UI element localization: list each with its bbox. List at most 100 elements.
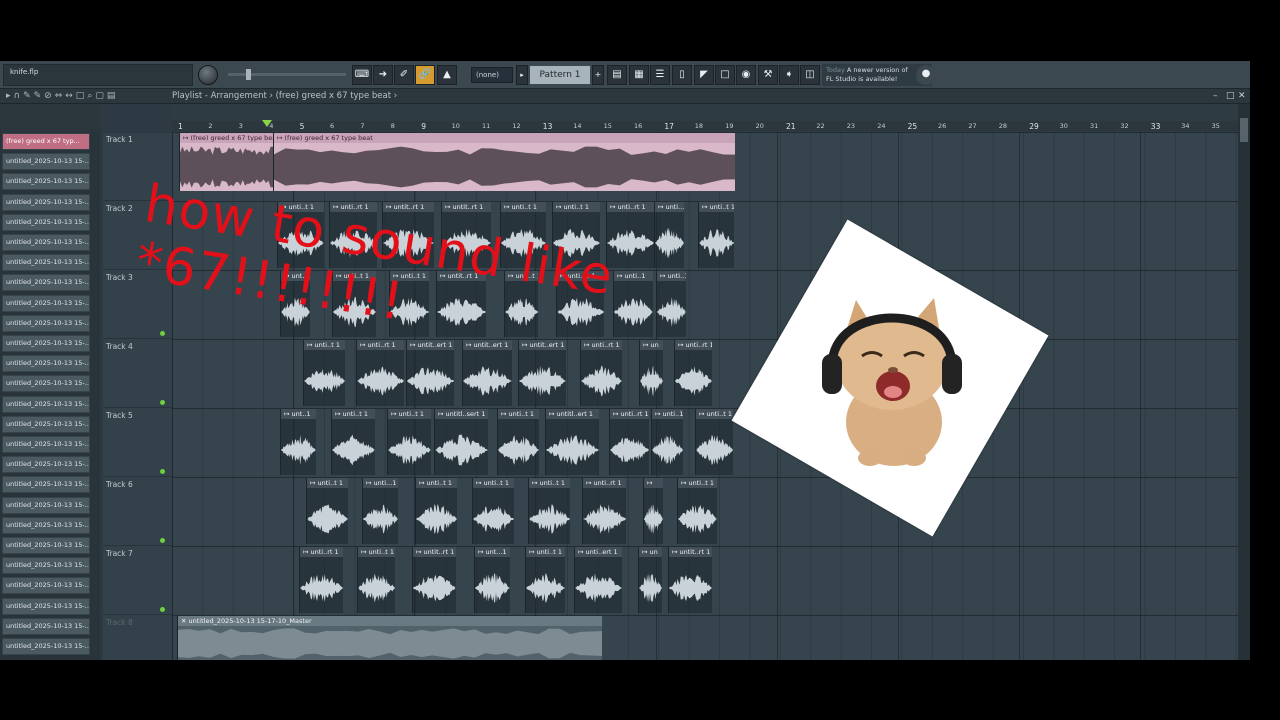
clip-track6[interactable]: ↦ unti..t 1 [677, 478, 717, 544]
track-header-3[interactable]: Track 3 [103, 271, 172, 339]
clip-track2[interactable]: ↦ untit..rt 1 [441, 202, 491, 268]
picker-item-selected[interactable]: (free) greed x 67 typ... [2, 133, 90, 150]
clip-track1[interactable]: ↦ (free) greed x 67 type beat [179, 133, 273, 191]
picker-item[interactable]: untitled_2025-10-13 15-... [2, 638, 90, 655]
clip-track4[interactable]: ↦ un [639, 340, 663, 406]
browser-icon[interactable]: ◤ [694, 65, 714, 85]
track-header-6[interactable]: Track 6 [103, 478, 172, 546]
clip-track2[interactable]: ↦ unti..rt 1 [329, 202, 377, 268]
clip-track7[interactable]: ↦ un [638, 547, 662, 613]
clip-track5[interactable]: ↦ unti..t 1 [695, 409, 733, 475]
clip-track2[interactable]: ↦ unti..t 1 [698, 202, 734, 268]
arrow-right-icon[interactable]: ➜ [373, 65, 393, 85]
track-header-5[interactable]: Track 5 [103, 409, 172, 477]
clip-track6[interactable]: ↦ unti..rt 1 [582, 478, 626, 544]
clip-track5[interactable]: ↦ unti..rt 1 [609, 409, 649, 475]
picker-item[interactable]: untitled_2025-10-13 15-... [2, 274, 90, 292]
clip-track2[interactable]: ↦ unti..t 1 [552, 202, 600, 268]
track-header-4[interactable]: Track 4 [103, 340, 172, 408]
picker-item[interactable]: untitled_2025-10-13 15-... [2, 557, 90, 575]
minimize-icon[interactable]: – [1213, 89, 1218, 103]
clip-track2[interactable]: ↦ unti..t 1 [277, 202, 324, 268]
globe-icon[interactable]: ● [916, 65, 936, 85]
clip-track6[interactable]: ↦ unti..t 1 [415, 478, 457, 544]
file-name-box[interactable]: knife.flp [3, 64, 193, 86]
clip-track6[interactable]: ↦ unti..t 1 [472, 478, 514, 544]
picker-item[interactable]: untitled_2025-10-13 15-... [2, 234, 90, 251]
picker-item[interactable]: untitled_2025-10-13 15-... [2, 294, 90, 312]
clip-track4[interactable]: ↦ untit..ert 1 [518, 340, 566, 406]
picker-item[interactable]: untitled_2025-10-13 15-... [2, 476, 90, 494]
picker-item[interactable]: untitled_2025-10-13 15-... [2, 254, 90, 272]
clip-track3[interactable]: ↦ unti..t 1 [504, 271, 538, 337]
track-header-7[interactable]: Track 7 [103, 547, 172, 615]
picker-item[interactable]: untitled_2025-10-13 15-... [2, 456, 90, 474]
picker-item[interactable]: untitled_2025-10-13 15-... [2, 577, 90, 595]
clip-track3[interactable]: ↦ unti..1 [613, 271, 653, 337]
clip-track6[interactable]: ↦ [643, 478, 663, 544]
track-header-1[interactable]: Track 1 [103, 133, 172, 201]
render-icon[interactable]: ➧ [779, 65, 799, 85]
clip-track6[interactable]: ↦ unti...1 [362, 478, 398, 544]
track-enable-led[interactable] [160, 400, 165, 405]
close-icon[interactable]: ✕ [1238, 89, 1246, 103]
piano-roll-icon[interactable]: ▦ [629, 65, 649, 85]
picker-item[interactable]: untitled_2025-10-13 15-... [2, 516, 90, 534]
track-header-2[interactable]: Track 2 [103, 202, 172, 270]
track-enable-led[interactable] [160, 331, 165, 336]
clip-track5[interactable]: ↦ untitl..ert 1 [545, 409, 599, 475]
clip-track6[interactable]: ↦ unti..t 1 [528, 478, 570, 544]
clip-track8[interactable]: ✕ untitled_2025-10-13 15-17-10_Master [177, 616, 602, 660]
picker-item[interactable]: untitled_2025-10-13 15-... [2, 355, 90, 373]
clip-track4[interactable]: ↦ untit..ert 1 [406, 340, 454, 406]
picker-item[interactable]: untitled_2025-10-13 15-... [2, 537, 90, 554]
pencil-icon[interactable]: ✐ [394, 65, 414, 85]
clip-track4[interactable]: ↦ untit..ert 1 [462, 340, 512, 406]
pattern-selector[interactable]: Pattern 1 [530, 66, 590, 84]
clip-track3[interactable]: ↦ unti..t 1 [389, 271, 429, 337]
piano-icon[interactable]: ⌨ [352, 65, 372, 85]
clip-track7[interactable]: ↦ unti..ert 1 [574, 547, 622, 613]
picker-item[interactable]: untitled_2025-10-13 15-... [2, 193, 90, 211]
tools-icon[interactable]: ⚒ [758, 65, 778, 85]
clip-track4[interactable]: ↦ unti..rt 1 [580, 340, 622, 406]
clip-track4[interactable]: ↦ unti..rt 1 [674, 340, 712, 406]
clip-track5[interactable]: ↦ untitl..sert 1 [434, 409, 488, 475]
tempo-icon[interactable]: ◉ [736, 65, 756, 85]
clip-track4[interactable]: ↦ unti..rt 1 [356, 340, 404, 406]
track-enable-led[interactable] [160, 538, 165, 543]
playlist-icon[interactable]: ▤ [607, 65, 627, 85]
mixer-icon[interactable]: ▯ [672, 65, 692, 85]
master-pitch-slider[interactable] [228, 69, 346, 80]
stamp-icon[interactable]: ▲ [437, 65, 457, 85]
track-enable-led[interactable] [160, 607, 165, 612]
picker-item[interactable]: untitled_2025-10-13 15-... [2, 496, 90, 514]
picker-item[interactable]: untitled_2025-10-13 15-... [2, 153, 90, 171]
clip-track6[interactable]: ↦ unti..t 1 [306, 478, 348, 544]
clip-track7[interactable]: ↦ unti..t 1 [357, 547, 395, 613]
clip-track7[interactable]: ↦ untit..rt 1 [668, 547, 712, 613]
master-volume-knob[interactable] [198, 65, 218, 85]
playlist-tools[interactable]: ▸∩✎✎⊘⇔↔□⌕▢▤ [6, 89, 118, 103]
track-enable-led[interactable] [160, 469, 165, 474]
picker-item[interactable]: untitled_2025-10-13 15-... [2, 415, 90, 433]
clip-track5[interactable]: ↦ unti..t 1 [387, 409, 431, 475]
clip-track3[interactable]: ↦ untit..rt 1 [436, 271, 486, 337]
picker-item[interactable]: untitled_2025-10-13 15-... [2, 436, 90, 453]
clip-track5[interactable]: ↦ unti..1 [651, 409, 683, 475]
picker-item[interactable]: untitled_2025-10-13 15-... [2, 617, 90, 635]
maximize-icon[interactable]: □ [1226, 89, 1235, 103]
add-pattern-icon[interactable]: + [592, 65, 604, 85]
playhead-marker[interactable] [262, 120, 272, 127]
arrangement-grid[interactable]: ↦ (free) greed x 67 type beat ↦ (free) gr… [172, 132, 1238, 660]
plugin-icon[interactable]: □ [715, 65, 735, 85]
clip-track5[interactable]: ↦ unt..1 [280, 409, 316, 475]
clip-track4[interactable]: ↦ unti..t 1 [303, 340, 345, 406]
picker-item[interactable]: untitled_2025-10-13 15-... [2, 597, 90, 615]
clip-track1[interactable]: ↦ (free) greed x 67 type beat [273, 133, 735, 191]
clip-track2[interactable]: ↦ unti..t 1 [500, 202, 546, 268]
picker-item[interactable]: untitled_2025-10-13 15-... [2, 335, 90, 352]
picker-item[interactable]: untitled_2025-10-13 15-... [2, 395, 90, 413]
clip-track7[interactable]: ↦ untit..rt 1 [412, 547, 456, 613]
clip-track3[interactable]: ↦ unti..1 [656, 271, 686, 337]
